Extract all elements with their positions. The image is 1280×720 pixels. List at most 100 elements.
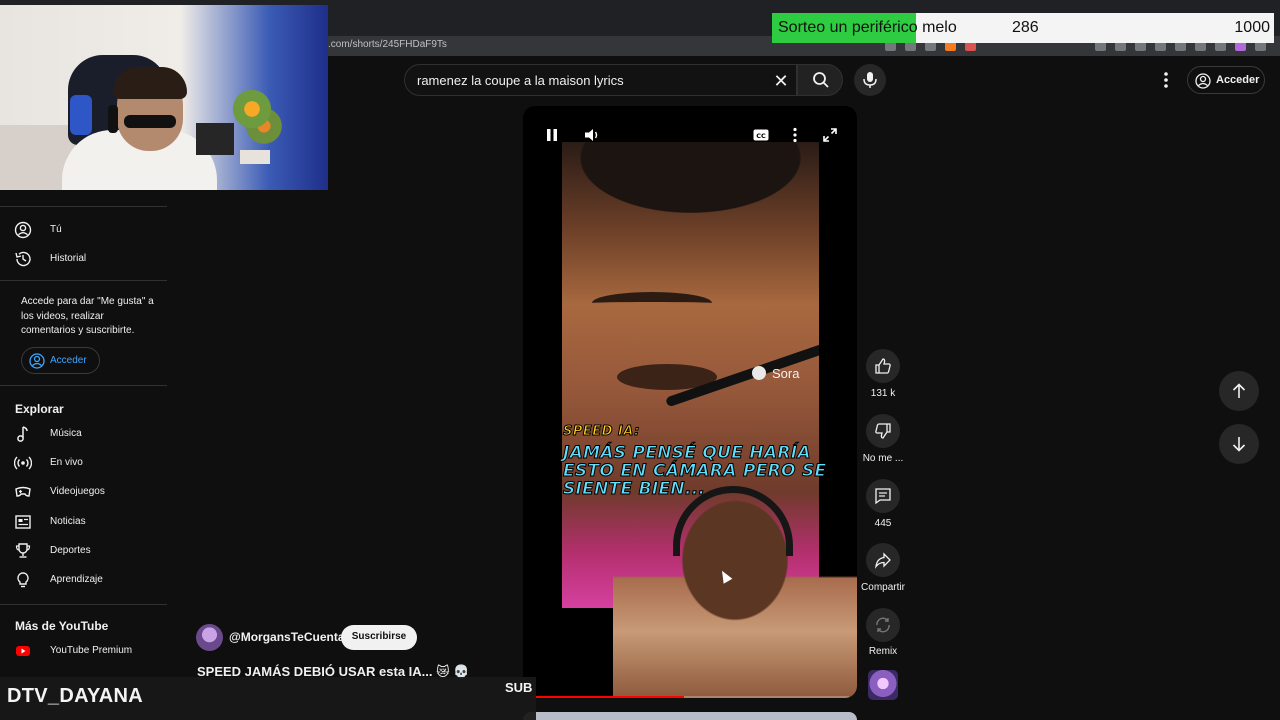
streamer-hair — [113, 67, 187, 99]
trophy-icon — [15, 543, 31, 558]
remix-label: Remix — [868, 646, 898, 657]
channel-avatar[interactable] — [196, 624, 223, 651]
sora-watermark-text: Sora — [772, 366, 800, 381]
player-more-icon[interactable] — [786, 126, 804, 144]
streamer-name: DTV_DAYANA — [7, 685, 144, 707]
channel-handle[interactable]: @MorgansTeCuenta — [229, 630, 345, 644]
goal-label: Sorteo un periférico melo — [778, 19, 957, 36]
comments-count: 445 — [874, 518, 892, 529]
audio-source-thumbnail[interactable] — [868, 670, 898, 700]
sidebar-item-history[interactable]: Historial — [0, 245, 167, 273]
sidebar: Tú Historial Accede para dar "Me gusta" … — [0, 190, 168, 680]
sora-watermark: Sora — [752, 366, 799, 381]
previous-short-button[interactable] — [1219, 371, 1259, 411]
gaming-chair-accent — [70, 95, 92, 135]
clear-search-icon[interactable]: ✕ — [770, 70, 792, 92]
more-from-youtube-heading: Más de YouTube — [15, 619, 109, 633]
caption-speaker: SPEED IA: — [563, 424, 640, 440]
sidebar-signin-label: Acceder — [50, 355, 87, 366]
arrow-down-icon — [1232, 437, 1246, 452]
signin-prompt: Accede para dar "Me gusta" a los videos,… — [21, 296, 154, 336]
shorts-player[interactable]: Sora SPEED IA: JAMÁS PENSÉ QUE HARÍA EST… — [523, 106, 857, 698]
sidebar-item-sports[interactable]: Deportes — [0, 537, 167, 565]
music-icon — [17, 426, 28, 442]
thumbs-down-icon — [875, 423, 891, 439]
bulb-icon — [17, 572, 29, 588]
goal-target: 1000 — [1234, 19, 1270, 36]
vertical-dots-icon — [1164, 72, 1168, 88]
sidebar-divider — [0, 280, 167, 281]
sidebar-item-label: Noticias — [50, 516, 86, 527]
sidebar-divider — [0, 385, 167, 386]
arrow-up-icon — [1232, 383, 1246, 398]
header-signin-button[interactable]: Acceder — [1187, 66, 1265, 94]
sidebar-item-label: Historial — [50, 253, 87, 264]
dislike-label: No me ... — [862, 453, 904, 464]
dislike-button[interactable] — [866, 414, 900, 448]
webcam-feed — [0, 5, 328, 190]
flower-decoration — [228, 75, 288, 160]
remix-icon — [876, 617, 890, 633]
gamepad-icon — [15, 486, 31, 497]
caption-line: ESTO EN CÁMARA PERO SE — [562, 461, 827, 482]
search-button[interactable] — [797, 64, 843, 96]
streamer-glasses — [124, 115, 176, 128]
sidebar-item-youtube-premium[interactable]: YouTube Premium — [0, 637, 167, 665]
sidebar-divider — [0, 206, 167, 207]
remix-button[interactable] — [866, 608, 900, 642]
sidebar-item-label: YouTube Premium — [50, 645, 133, 656]
account-icon — [29, 353, 45, 369]
like-button[interactable] — [866, 349, 900, 383]
sidebar-item-live[interactable]: En vivo — [0, 449, 167, 477]
next-short-button[interactable] — [1219, 424, 1259, 464]
sidebar-item-label: Videojuegos — [50, 486, 105, 497]
captions-icon[interactable]: CC — [752, 126, 770, 144]
news-icon — [15, 515, 31, 529]
search-box[interactable]: ramenez la coupe a la maison lyrics ✕ — [404, 64, 797, 96]
sidebar-divider — [0, 604, 167, 605]
voice-search-button[interactable] — [854, 64, 886, 96]
search-input[interactable]: ramenez la coupe a la maison lyrics — [417, 73, 624, 88]
fullscreen-icon[interactable] — [821, 126, 839, 144]
flower-pot — [240, 150, 270, 164]
url-text: .com/shorts/245FHDaF9Ts — [328, 39, 447, 50]
volume-icon[interactable] — [583, 126, 601, 144]
user-icon — [14, 221, 32, 239]
streamer-headphones — [108, 105, 118, 133]
share-label: Compartir — [861, 582, 905, 593]
sidebar-item-label: En vivo — [50, 457, 83, 468]
comment-icon — [875, 488, 891, 505]
more-options-button[interactable] — [1156, 70, 1176, 90]
svg-text:CC: CC — [756, 132, 766, 140]
sora-logo-icon — [752, 366, 766, 380]
video-hair — [562, 142, 819, 222]
youtube-premium-icon — [16, 646, 30, 656]
account-icon — [1195, 73, 1211, 89]
history-icon — [15, 251, 31, 267]
like-count: 131 k — [870, 388, 896, 399]
video-progress-bar[interactable] — [531, 696, 684, 698]
streamer-name-bar: DTV_DAYANA SUB — [0, 677, 536, 720]
share-button[interactable] — [866, 543, 900, 577]
live-icon — [14, 456, 32, 470]
thumbs-up-icon — [875, 358, 891, 374]
comments-button[interactable] — [866, 479, 900, 513]
caption-line: JAMÁS PENSÉ QUE HARÍA — [563, 443, 812, 464]
subscribe-button[interactable]: Suscribirse — [341, 625, 417, 650]
next-short-preview[interactable] — [523, 712, 857, 720]
sidebar-item-music[interactable]: Música — [0, 420, 167, 448]
header-signin-label: Acceder — [1216, 74, 1260, 86]
goal-current: 286 — [1012, 19, 1039, 36]
microphone-icon — [863, 72, 877, 88]
sidebar-item-learning[interactable]: Aprendizaje — [0, 566, 167, 594]
sub-tag: SUB — [505, 680, 533, 695]
sidebar-item-label: Aprendizaje — [50, 574, 103, 585]
sidebar-item-label: Música — [50, 428, 82, 439]
explore-heading: Explorar — [15, 402, 64, 416]
sidebar-item-label: Deportes — [50, 545, 91, 556]
sidebar-item-you[interactable]: Tú — [0, 216, 167, 244]
pause-icon[interactable] — [543, 126, 561, 144]
sidebar-signin-button[interactable]: Acceder — [21, 347, 100, 374]
sidebar-item-gaming[interactable]: Videojuegos — [0, 478, 167, 506]
sidebar-item-news[interactable]: Noticias — [0, 508, 167, 536]
